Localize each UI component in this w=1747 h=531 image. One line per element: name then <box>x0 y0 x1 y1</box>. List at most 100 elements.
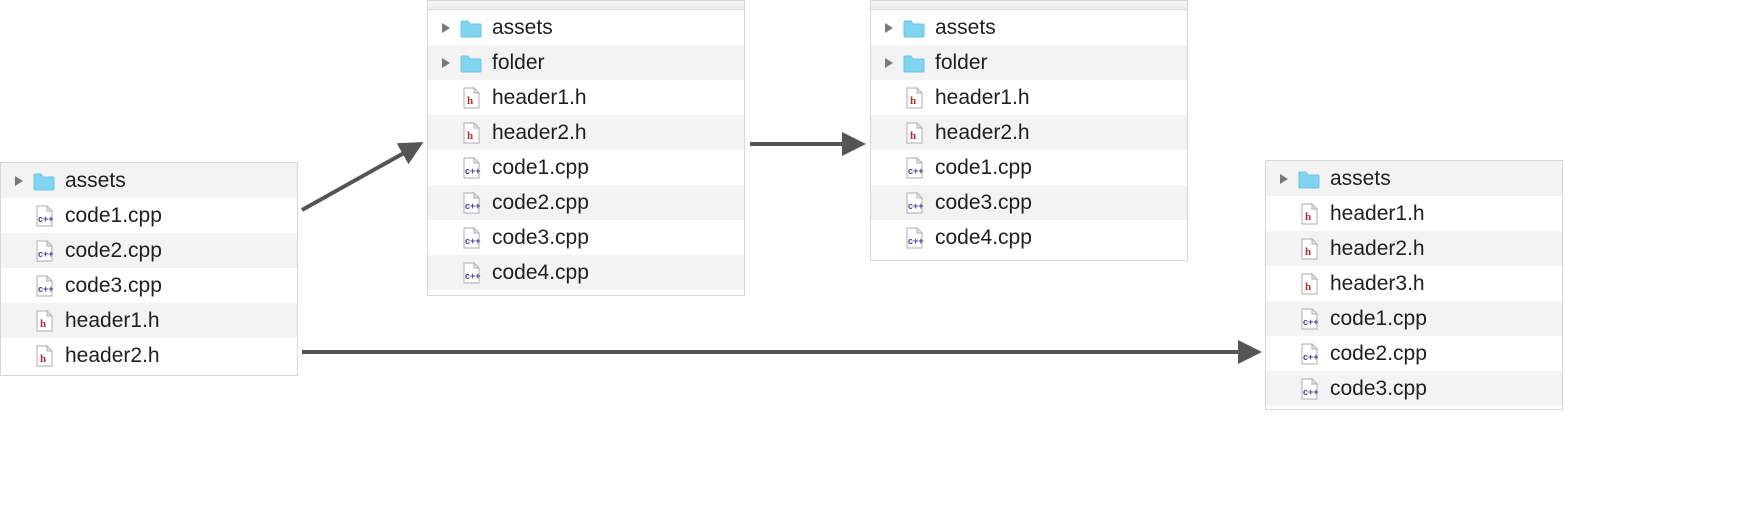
disclosure-triangle-icon[interactable] <box>11 173 27 189</box>
file-row[interactable]: c++ code2.cpp <box>1266 336 1562 371</box>
item-name: code1.cpp <box>492 156 589 180</box>
h-file-icon: h <box>31 343 57 369</box>
cpp-file-icon: c++ <box>31 203 57 229</box>
file-row[interactable]: h header3.h <box>1266 266 1562 301</box>
file-row[interactable]: h header1.h <box>871 80 1187 115</box>
svg-text:c++: c++ <box>1303 387 1319 397</box>
file-row[interactable]: c++ code1.cpp <box>871 150 1187 185</box>
svg-text:h: h <box>467 130 473 142</box>
item-name: code3.cpp <box>935 191 1032 215</box>
folder-row[interactable]: folder <box>871 45 1187 80</box>
disclosure-triangle-icon[interactable] <box>438 20 454 36</box>
file-panel-p2: assets folder h header1.h h header2.h c+… <box>427 0 745 296</box>
file-row[interactable]: c++ code3.cpp <box>1 268 297 303</box>
cpp-file-icon: c++ <box>458 190 484 216</box>
folder-row[interactable]: assets <box>428 10 744 45</box>
disclosure-triangle-icon[interactable] <box>881 20 897 36</box>
cpp-file-icon: c++ <box>458 225 484 251</box>
item-name: code1.cpp <box>1330 307 1427 331</box>
file-row[interactable]: h header1.h <box>1266 196 1562 231</box>
file-row[interactable]: h header2.h <box>871 115 1187 150</box>
item-name: assets <box>65 169 126 193</box>
svg-text:c++: c++ <box>465 201 481 211</box>
folder-row[interactable]: assets <box>1 163 297 198</box>
flow-arrow-1 <box>302 144 420 210</box>
svg-text:c++: c++ <box>908 201 924 211</box>
svg-text:h: h <box>910 130 916 142</box>
item-name: code2.cpp <box>65 239 162 263</box>
svg-text:c++: c++ <box>908 166 924 176</box>
disclosure-triangle-icon[interactable] <box>881 55 897 71</box>
h-file-icon: h <box>1296 236 1322 262</box>
item-name: header1.h <box>65 309 160 333</box>
folder-icon <box>901 15 927 41</box>
svg-text:c++: c++ <box>38 284 54 294</box>
svg-text:c++: c++ <box>1303 352 1319 362</box>
file-row[interactable]: c++ code3.cpp <box>871 185 1187 220</box>
cpp-file-icon: c++ <box>901 190 927 216</box>
panel-topbar <box>428 1 744 10</box>
svg-text:c++: c++ <box>38 249 54 259</box>
file-row[interactable]: c++ code1.cpp <box>1266 301 1562 336</box>
file-row[interactable]: c++ code3.cpp <box>428 220 744 255</box>
folder-icon <box>31 168 57 194</box>
cpp-file-icon: c++ <box>1296 341 1322 367</box>
item-name: code3.cpp <box>1330 377 1427 401</box>
h-file-icon: h <box>901 85 927 111</box>
file-row[interactable]: c++ code1.cpp <box>428 150 744 185</box>
file-row[interactable]: h header2.h <box>428 115 744 150</box>
svg-text:c++: c++ <box>465 236 481 246</box>
item-name: assets <box>1330 167 1391 191</box>
file-row[interactable]: c++ code2.cpp <box>1 233 297 268</box>
cpp-file-icon: c++ <box>31 273 57 299</box>
item-name: code3.cpp <box>492 226 589 250</box>
cpp-file-icon: c++ <box>1296 306 1322 332</box>
item-name: code4.cpp <box>492 261 589 285</box>
file-row[interactable]: c++ code4.cpp <box>428 255 744 290</box>
folder-row[interactable]: assets <box>1266 161 1562 196</box>
item-name: header1.h <box>492 86 587 110</box>
item-name: header1.h <box>1330 202 1425 226</box>
file-row[interactable]: c++ code2.cpp <box>428 185 744 220</box>
file-row[interactable]: c++ code3.cpp <box>1266 371 1562 406</box>
item-name: code2.cpp <box>1330 342 1427 366</box>
item-name: header2.h <box>65 344 160 368</box>
svg-text:c++: c++ <box>465 271 481 281</box>
svg-text:h: h <box>40 353 46 365</box>
folder-row[interactable]: assets <box>871 10 1187 45</box>
h-file-icon: h <box>31 308 57 334</box>
file-row[interactable]: c++ code1.cpp <box>1 198 297 233</box>
item-name: assets <box>935 16 996 40</box>
file-row[interactable]: h header2.h <box>1266 231 1562 266</box>
file-panel-p1: assets c++ code1.cpp c++ code2.cpp c++ c… <box>0 162 298 376</box>
diagram-stage: version2 versio assets c++ code1.cpp c++… <box>0 0 1747 531</box>
svg-text:h: h <box>40 318 46 330</box>
cpp-file-icon: c++ <box>901 155 927 181</box>
item-name: header1.h <box>935 86 1030 110</box>
folder-icon <box>458 15 484 41</box>
item-name: folder <box>935 51 988 75</box>
h-file-icon: h <box>458 120 484 146</box>
file-panel-p3: assets folder h header1.h h header2.h c+… <box>870 0 1188 261</box>
disclosure-triangle-icon[interactable] <box>438 55 454 71</box>
item-name: folder <box>492 51 545 75</box>
folder-row[interactable]: folder <box>428 45 744 80</box>
disclosure-triangle-icon[interactable] <box>1276 171 1292 187</box>
svg-text:h: h <box>1305 211 1311 223</box>
h-file-icon: h <box>1296 201 1322 227</box>
svg-text:c++: c++ <box>465 166 481 176</box>
svg-text:h: h <box>1305 281 1311 293</box>
file-row[interactable]: c++ code4.cpp <box>871 220 1187 255</box>
item-name: header2.h <box>935 121 1030 145</box>
file-row[interactable]: h header2.h <box>1 338 297 373</box>
file-row[interactable]: h header1.h <box>428 80 744 115</box>
cpp-file-icon: c++ <box>901 225 927 251</box>
svg-text:c++: c++ <box>908 236 924 246</box>
file-row[interactable]: h header1.h <box>1 303 297 338</box>
folder-icon <box>1296 166 1322 192</box>
item-name: code1.cpp <box>935 156 1032 180</box>
panel-topbar <box>871 1 1187 10</box>
h-file-icon: h <box>1296 271 1322 297</box>
folder-icon <box>458 50 484 76</box>
svg-text:h: h <box>910 95 916 107</box>
